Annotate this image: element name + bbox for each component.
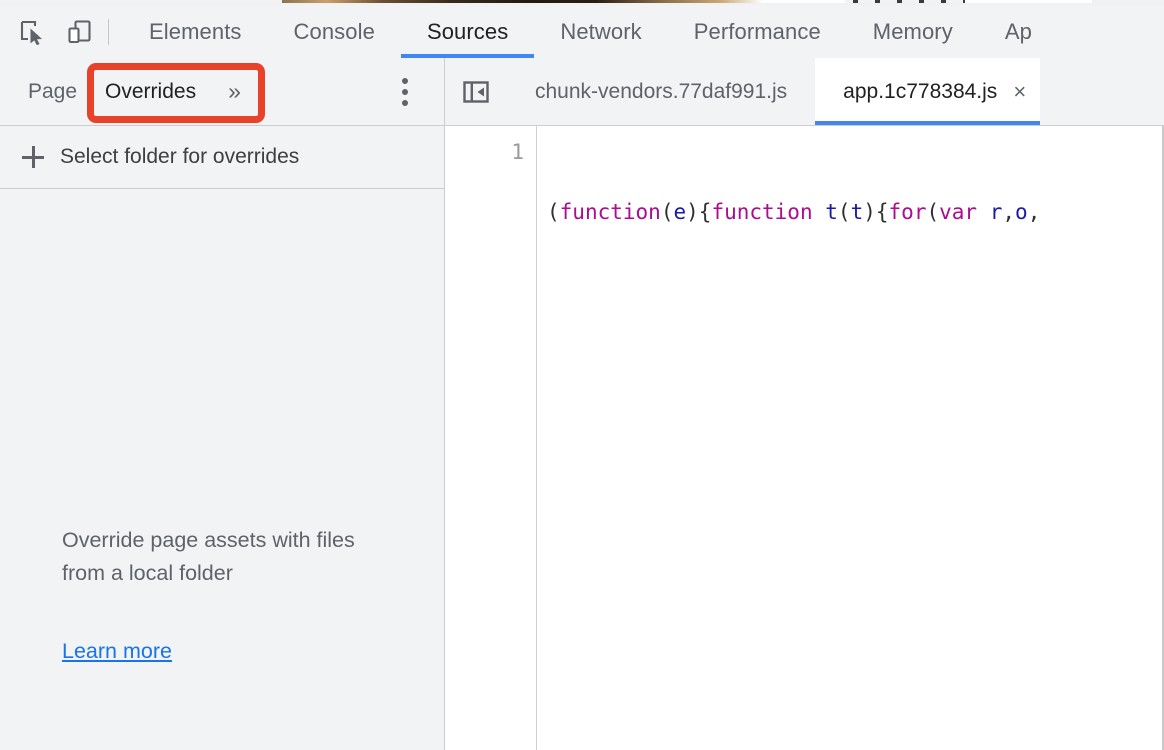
inspect-element-button[interactable]: [8, 10, 56, 54]
panel-tab-strip: Elements Console Sources Network Perform…: [123, 5, 1164, 58]
file-tab-strip: chunk-vendors.77daf991.js app.1c778384.j…: [445, 58, 1164, 126]
code-token: ,: [1002, 199, 1016, 224]
code-token: t: [850, 199, 864, 224]
code-token: ): [686, 199, 699, 224]
code-line: (function(e){function t(t){for(var r,o,: [547, 198, 1164, 228]
select-folder-label: Select folder for overrides: [60, 145, 300, 168]
code-token: {: [875, 199, 889, 224]
plus-icon: [22, 146, 44, 168]
show-navigator-panel-icon: [463, 80, 489, 103]
code-content[interactable]: (function(e){function t(t){for(var r,o,: [537, 126, 1164, 750]
navigator-sidebar: Page Overrides » Select folder for overr…: [0, 58, 445, 750]
devtools-main-toolbar: Elements Console Sources Network Perform…: [0, 5, 1164, 58]
file-tab-app[interactable]: app.1c778384.js ×: [815, 58, 1041, 125]
select-folder-for-overrides-button[interactable]: Select folder for overrides: [0, 126, 444, 189]
code-token: function: [559, 199, 661, 224]
code-editor[interactable]: 1 (function(e){function t(t){for(var r,o…: [445, 126, 1164, 750]
code-token: for: [888, 199, 927, 224]
code-token: ): [863, 199, 876, 224]
editor-pane: chunk-vendors.77daf991.js app.1c778384.j…: [445, 58, 1164, 750]
tab-application[interactable]: Ap: [979, 5, 1058, 58]
code-token: var: [939, 199, 978, 224]
toggle-device-toolbar-button[interactable]: [56, 10, 104, 54]
navigator-tab-strip: Page Overrides »: [0, 58, 444, 126]
code-token: {: [698, 199, 712, 224]
overrides-empty-message: Override page assets with files from a l…: [62, 528, 355, 585]
show-navigator-panel-button[interactable]: [445, 58, 507, 125]
tab-network[interactable]: Network: [534, 5, 667, 58]
code-token: o: [1015, 199, 1028, 224]
code-token: (: [926, 199, 940, 224]
tab-performance[interactable]: Performance: [668, 5, 847, 58]
devtools-window: Elements Console Sources Network Perform…: [0, 0, 1164, 750]
overrides-empty-content: Override page assets with files from a l…: [62, 524, 392, 664]
overrides-empty-state: Override page assets with files from a l…: [0, 189, 444, 750]
close-icon[interactable]: ×: [1013, 80, 1026, 103]
code-token: r: [989, 199, 1003, 224]
line-number: 1: [511, 140, 524, 164]
kebab-menu-icon[interactable]: [392, 77, 418, 107]
tab-elements[interactable]: Elements: [123, 5, 268, 58]
code-token: (: [547, 199, 560, 224]
line-number-gutter: 1: [445, 126, 537, 750]
chevron-double-right-icon[interactable]: »: [222, 80, 247, 103]
device-toolbar-icon: [68, 19, 91, 43]
code-token: e: [673, 199, 687, 224]
code-token: function: [711, 199, 813, 224]
toolbar-tool-buttons: [0, 5, 123, 58]
code-token: (: [837, 199, 851, 224]
tab-sources[interactable]: Sources: [400, 5, 535, 58]
learn-more-link[interactable]: Learn more: [62, 639, 172, 664]
navigator-tab-overrides[interactable]: Overrides: [91, 69, 211, 114]
sources-panel-body: Page Overrides » Select folder for overr…: [0, 58, 1164, 750]
tab-memory[interactable]: Memory: [847, 5, 979, 58]
tab-console[interactable]: Console: [268, 5, 401, 58]
code-token: ,: [1027, 199, 1041, 224]
code-token: (: [660, 199, 674, 224]
file-tab-chunk-vendors[interactable]: chunk-vendors.77daf991.js: [507, 58, 816, 125]
navigator-tab-page[interactable]: Page: [14, 70, 91, 114]
code-token: t: [825, 199, 838, 224]
inspect-element-icon: [20, 20, 42, 45]
toolbar-divider: [108, 18, 109, 45]
file-tab-app-label: app.1c778384.js: [843, 79, 998, 103]
